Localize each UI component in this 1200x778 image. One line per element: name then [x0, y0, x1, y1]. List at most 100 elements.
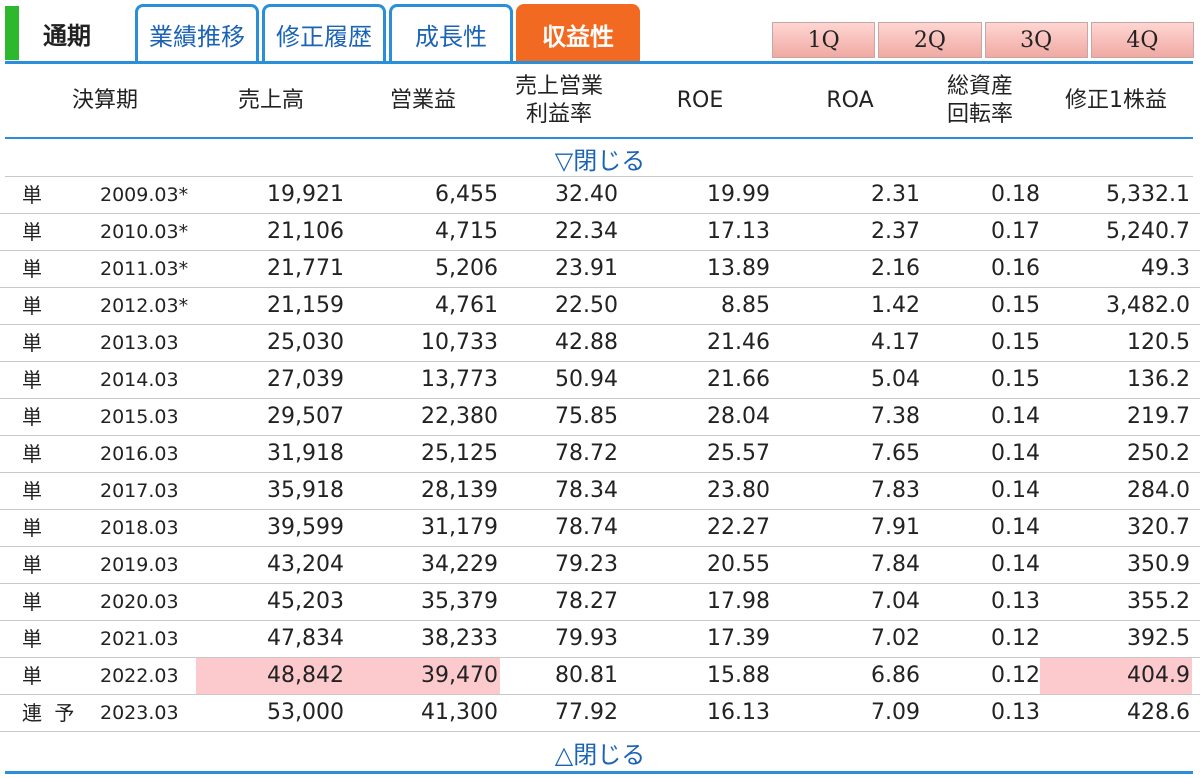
- table-row: 単 2019.03 43,204 34,229 79.23 20.55 7.84 0.14 35…: [0, 547, 1200, 584]
- roe-cell: 8.85: [721, 293, 770, 318]
- roa-cell: 7.38: [871, 404, 920, 429]
- header-sales: 売上高: [237, 88, 304, 113]
- roe-cell: 17.39: [707, 626, 770, 651]
- roa-cell: 7.04: [871, 589, 920, 614]
- sales-cell: 48,842: [196, 658, 346, 694]
- asset-turnover-cell: 0.14: [991, 515, 1040, 540]
- op-margin-cell: 22.50: [555, 293, 618, 318]
- row-type: 単: [22, 590, 45, 614]
- op-margin-cell: 42.88: [555, 330, 618, 355]
- asset-turnover-cell: 0.13: [991, 700, 1040, 725]
- eps-cell: 219.7: [1127, 404, 1190, 429]
- roa-cell: 7.65: [871, 441, 920, 466]
- op-margin-cell: 22.34: [555, 219, 618, 244]
- op-income-cell: 31,179: [421, 515, 498, 540]
- header-op-margin: 売上営業 利益率: [500, 64, 618, 138]
- row-period: 2018.03: [100, 517, 179, 539]
- eps-cell: 49.3: [1141, 256, 1190, 281]
- row-period: 2019.03: [100, 554, 179, 576]
- header-asset-turnover-line2: 回転率: [946, 102, 1013, 127]
- table-row: 単 2018.03 39,599 31,179 78.74 22.27 7.91 0.14 32…: [0, 510, 1200, 547]
- row-period: 2021.03: [100, 628, 179, 650]
- collapse-toggle-top[interactable]: ▽閉じる: [0, 140, 1200, 176]
- row-type: 単: [22, 664, 45, 688]
- roe-cell: 28.04: [707, 404, 770, 429]
- row-period: 2013.03: [100, 332, 179, 354]
- table-row: 単 2015.03 29,507 22,380 75.85 28.04 7.38 0.14 21…: [0, 399, 1200, 436]
- header-roa: ROA: [826, 88, 874, 113]
- roe-cell: 13.89: [707, 256, 770, 281]
- sales-cell: 43,204: [267, 552, 344, 577]
- table-row: 単 2021.03 47,834 38,233 79.93 17.39 7.02 0.12 39…: [0, 621, 1200, 658]
- row-type: 単: [22, 553, 45, 577]
- op-income-cell: 6,455: [435, 182, 498, 207]
- tab-growth[interactable]: 成長性: [389, 4, 513, 62]
- table-bottom-border: [5, 771, 1193, 774]
- header-op-income: 営業益: [389, 88, 456, 113]
- roe-cell: 17.13: [707, 219, 770, 244]
- row-type: 単: [22, 405, 45, 429]
- eps-cell: 392.5: [1127, 626, 1190, 651]
- quarter-button-2q[interactable]: 2Q: [878, 22, 982, 58]
- sales-cell: 21,106: [267, 219, 344, 244]
- table-row: 連 予 2023.03 53,000 41,300 77.92 16.13 7.09 0.13…: [0, 695, 1200, 732]
- op-margin-cell: 23.91: [555, 256, 618, 281]
- roa-cell: 5.04: [871, 367, 920, 392]
- row-type: 単: [22, 368, 45, 392]
- tab-profitability[interactable]: 収益性: [516, 4, 640, 62]
- quarter-button-4q[interactable]: 4Q: [1090, 22, 1194, 58]
- op-income-cell: 35,379: [421, 589, 498, 614]
- sales-cell: 19,921: [267, 182, 344, 207]
- tab-current-period: 通期: [5, 6, 125, 60]
- eps-cell: 320.7: [1127, 515, 1190, 540]
- header-eps: 修正1株益: [1065, 88, 1167, 113]
- op-income-cell: 38,233: [421, 626, 498, 651]
- row-period: 2017.03: [100, 480, 179, 502]
- op-income-cell: 10,733: [421, 330, 498, 355]
- header-op-margin-line2: 利益率: [525, 102, 592, 127]
- collapse-toggle-bottom[interactable]: △閉じる: [0, 734, 1200, 770]
- asset-turnover-cell: 0.12: [991, 626, 1040, 651]
- header-divider: [5, 137, 1193, 139]
- row-period: 2009.03*: [100, 184, 189, 206]
- roe-cell: 20.55: [707, 552, 770, 577]
- roe-cell: 25.57: [707, 441, 770, 466]
- op-margin-cell: 50.94: [555, 367, 618, 392]
- quarter-button-3q[interactable]: 3Q: [984, 22, 1088, 58]
- sales-cell: 21,771: [267, 256, 344, 281]
- tab-bar: 通期 業績推移 修正履歴 成長性 収益性 1Q 2Q 3Q 4Q: [0, 0, 1200, 64]
- table-row: 単 2020.03 45,203 35,379 78.27 17.98 7.04 0.13 35…: [0, 584, 1200, 621]
- roa-cell: 7.84: [871, 552, 920, 577]
- header-period: 決算期: [71, 88, 138, 113]
- asset-turnover-cell: 0.13: [991, 589, 1040, 614]
- header-asset-turnover-line1: 総資産: [946, 74, 1013, 99]
- op-income-cell: 4,715: [435, 219, 498, 244]
- op-margin-cell: 78.34: [555, 478, 618, 503]
- quarter-button-1q[interactable]: 1Q: [772, 22, 876, 58]
- eps-cell: 350.9: [1127, 552, 1190, 577]
- asset-turnover-cell: 0.14: [991, 552, 1040, 577]
- roe-cell: 22.27: [707, 515, 770, 540]
- row-type: 連 予: [22, 701, 78, 725]
- roa-cell: 7.02: [871, 626, 920, 651]
- op-margin-cell: 79.23: [555, 552, 618, 577]
- eps-cell: 428.6: [1127, 700, 1190, 725]
- sales-cell: 25,030: [267, 330, 344, 355]
- eps-cell: 355.2: [1127, 589, 1190, 614]
- roa-cell: 1.42: [871, 293, 920, 318]
- header-asset-turnover: 総資産 回転率: [920, 64, 1040, 138]
- eps-cell: 136.2: [1127, 367, 1190, 392]
- roe-cell: 15.88: [707, 663, 770, 688]
- roa-cell: 4.17: [871, 330, 920, 355]
- tab-performance[interactable]: 業績推移: [135, 4, 259, 62]
- row-period: 2020.03: [100, 591, 179, 613]
- roe-cell: 23.80: [707, 478, 770, 503]
- table-row: 単 2017.03 35,918 28,139 78.34 23.80 7.83 0.14 28…: [0, 473, 1200, 510]
- row-type: 単: [22, 220, 45, 244]
- row-type: 単: [22, 294, 45, 318]
- tab-revision-history[interactable]: 修正履歴: [262, 4, 386, 62]
- asset-turnover-cell: 0.14: [991, 404, 1040, 429]
- roa-cell: 7.83: [871, 478, 920, 503]
- asset-turnover-cell: 0.12: [991, 663, 1040, 688]
- table-row: 単 2016.03 31,918 25,125 78.72 25.57 7.65 0.14 25…: [0, 436, 1200, 473]
